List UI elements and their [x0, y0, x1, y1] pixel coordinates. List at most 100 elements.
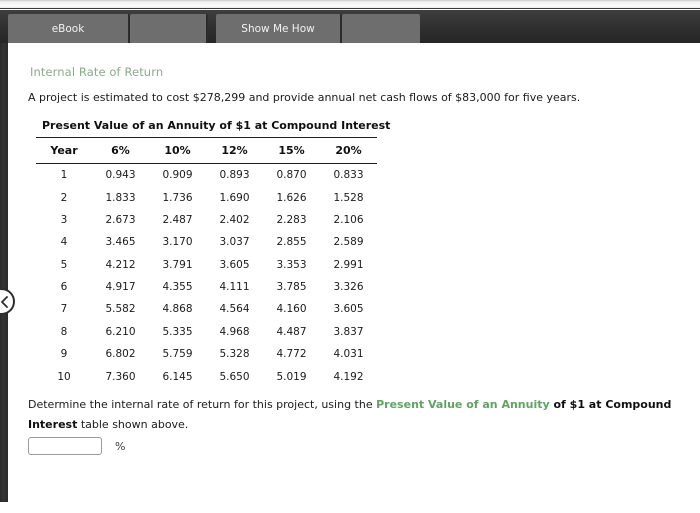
- column-header-rate-12: 12%: [206, 137, 263, 164]
- cell-value: 6.802: [105, 348, 136, 361]
- column-header-rate-6: 6%: [92, 137, 149, 164]
- left-rail: [0, 43, 8, 502]
- cell-value: 1.626: [276, 191, 307, 204]
- cell-value: 5.019: [276, 370, 307, 383]
- cell-value: 2.855: [276, 236, 307, 249]
- cell-value: 2.487: [162, 213, 193, 226]
- cell-value: 3.465: [105, 236, 136, 249]
- table-header-row: Year 6% 10% 12% 15% 20%: [36, 137, 377, 164]
- table-row: 10 7.360 6.145 5.650 5.019 4.192: [36, 365, 377, 387]
- cell-value: 3.326: [333, 281, 364, 294]
- cell-year: 7: [60, 303, 68, 316]
- cell-value: 5.335: [162, 325, 193, 338]
- cell-value: 6.210: [105, 325, 136, 338]
- present-value-table-container: Present Value of an Annuity of $1 at Com…: [36, 119, 391, 388]
- cell-value: 0.909: [162, 169, 193, 182]
- cell-value: 2.402: [219, 213, 250, 226]
- cell-year: 2: [60, 191, 68, 204]
- tab-show-me-how[interactable]: Show Me How: [216, 14, 342, 43]
- percent-unit-label: %: [115, 439, 126, 453]
- cell-value: 4.355: [162, 281, 193, 294]
- cell-year: 8: [60, 325, 68, 338]
- cell-value: 4.111: [219, 281, 250, 294]
- cell-year: 10: [57, 370, 71, 383]
- cell-value: 3.170: [162, 236, 193, 249]
- chevron-left-icon: [0, 295, 9, 308]
- cell-value: 4.564: [219, 303, 250, 316]
- prompt-lead: Determine the internal rate of return fo…: [28, 398, 377, 411]
- irr-answer-input[interactable]: [28, 437, 102, 455]
- present-value-annuity-table: Year 6% 10% 12% 15% 20% 1 0.943 0.909 0.893…: [36, 137, 377, 388]
- cell-year: 6: [60, 281, 68, 294]
- cell-value: 0.833: [333, 169, 364, 182]
- cell-value: 2.991: [333, 258, 364, 271]
- answer-row: %: [28, 437, 125, 455]
- cell-value: 1.833: [105, 191, 136, 204]
- cell-value: 2.673: [105, 213, 136, 226]
- cell-value: 3.037: [219, 236, 250, 249]
- cell-value: 2.283: [276, 213, 307, 226]
- table-row: 5 4.212 3.791 3.605 3.353 2.991: [36, 254, 377, 276]
- cell-year: 1: [60, 169, 68, 182]
- cell-value: 0.870: [276, 169, 307, 182]
- cell-value: 7.360: [105, 370, 136, 383]
- cell-value: 0.943: [105, 169, 136, 182]
- cell-value: 3.785: [276, 281, 307, 294]
- cell-value: 2.106: [333, 213, 364, 226]
- cell-value: 4.160: [276, 303, 307, 316]
- cell-value: 3.791: [162, 258, 193, 271]
- cell-value: 1.528: [333, 191, 364, 204]
- cell-year: 4: [60, 236, 68, 249]
- cell-value: 4.192: [333, 370, 364, 383]
- table-row: 2 1.833 1.736 1.690 1.626 1.528: [36, 186, 377, 208]
- prompt-tail: table shown above.: [77, 418, 189, 431]
- cell-value: 3.605: [219, 258, 250, 271]
- cell-value: 4.917: [105, 281, 136, 294]
- column-header-rate-10: 10%: [149, 137, 206, 164]
- cell-value: 4.487: [276, 325, 307, 338]
- table-row: 9 6.802 5.759 5.328 4.772 4.031: [36, 343, 377, 365]
- tab-ebook[interactable]: eBook: [8, 14, 130, 43]
- tab-bar-tabs: eBook Show Me How: [8, 14, 420, 43]
- tab-blank-2[interactable]: [342, 14, 420, 43]
- cell-value: 5.328: [219, 348, 250, 361]
- cell-value: 4.212: [105, 258, 136, 271]
- cell-value: 0.893: [219, 169, 250, 182]
- tab-separator-gap: [208, 14, 216, 43]
- cell-value: 4.968: [219, 325, 250, 338]
- question-prompt: Determine the internal rate of return fo…: [28, 395, 693, 435]
- table-row: 1 0.943 0.909 0.893 0.870 0.833: [36, 164, 377, 187]
- cell-value: 5.582: [105, 303, 136, 316]
- tab-show-me-how-label: Show Me How: [241, 22, 315, 35]
- cell-value: 1.690: [219, 191, 250, 204]
- prompt-table-link[interactable]: Present Value of an Annuity: [376, 398, 550, 411]
- cell-value: 5.650: [219, 370, 250, 383]
- cell-year: 3: [60, 213, 68, 226]
- table-row: 6 4.917 4.355 4.111 3.785 3.326: [36, 276, 377, 298]
- cell-value: 4.031: [333, 348, 364, 361]
- table-head: Year 6% 10% 12% 15% 20%: [36, 137, 377, 164]
- cell-value: 1.736: [162, 191, 193, 204]
- tab-bar: eBook Show Me How: [0, 10, 700, 43]
- column-header-rate-15: 15%: [263, 137, 320, 164]
- cell-value: 5.759: [162, 348, 193, 361]
- cell-value: 6.145: [162, 370, 193, 383]
- table-row: 7 5.582 4.868 4.564 4.160 3.605: [36, 298, 377, 320]
- cell-value: 2.589: [333, 236, 364, 249]
- column-header-rate-20: 20%: [320, 137, 377, 164]
- cell-value: 4.772: [276, 348, 307, 361]
- table-row: 4 3.465 3.170 3.037 2.855 2.589: [36, 231, 377, 253]
- cell-value: 3.837: [333, 325, 364, 338]
- main-content: Internal Rate of Return A project is est…: [8, 43, 700, 513]
- cell-value: 3.605: [333, 303, 364, 316]
- table-caption: Present Value of an Annuity of $1 at Com…: [42, 119, 391, 132]
- cell-year: 9: [60, 348, 68, 361]
- column-header-year: Year: [36, 137, 92, 164]
- cell-year: 5: [60, 258, 68, 271]
- cell-value: 3.353: [276, 258, 307, 271]
- table-row: 3 2.673 2.487 2.402 2.283 2.106: [36, 209, 377, 231]
- page-title: Internal Rate of Return: [30, 65, 164, 79]
- table-row: 8 6.210 5.335 4.968 4.487 3.837: [36, 321, 377, 343]
- tab-blank-1[interactable]: [130, 14, 208, 43]
- problem-statement: A project is estimated to cost $278,299 …: [28, 91, 581, 104]
